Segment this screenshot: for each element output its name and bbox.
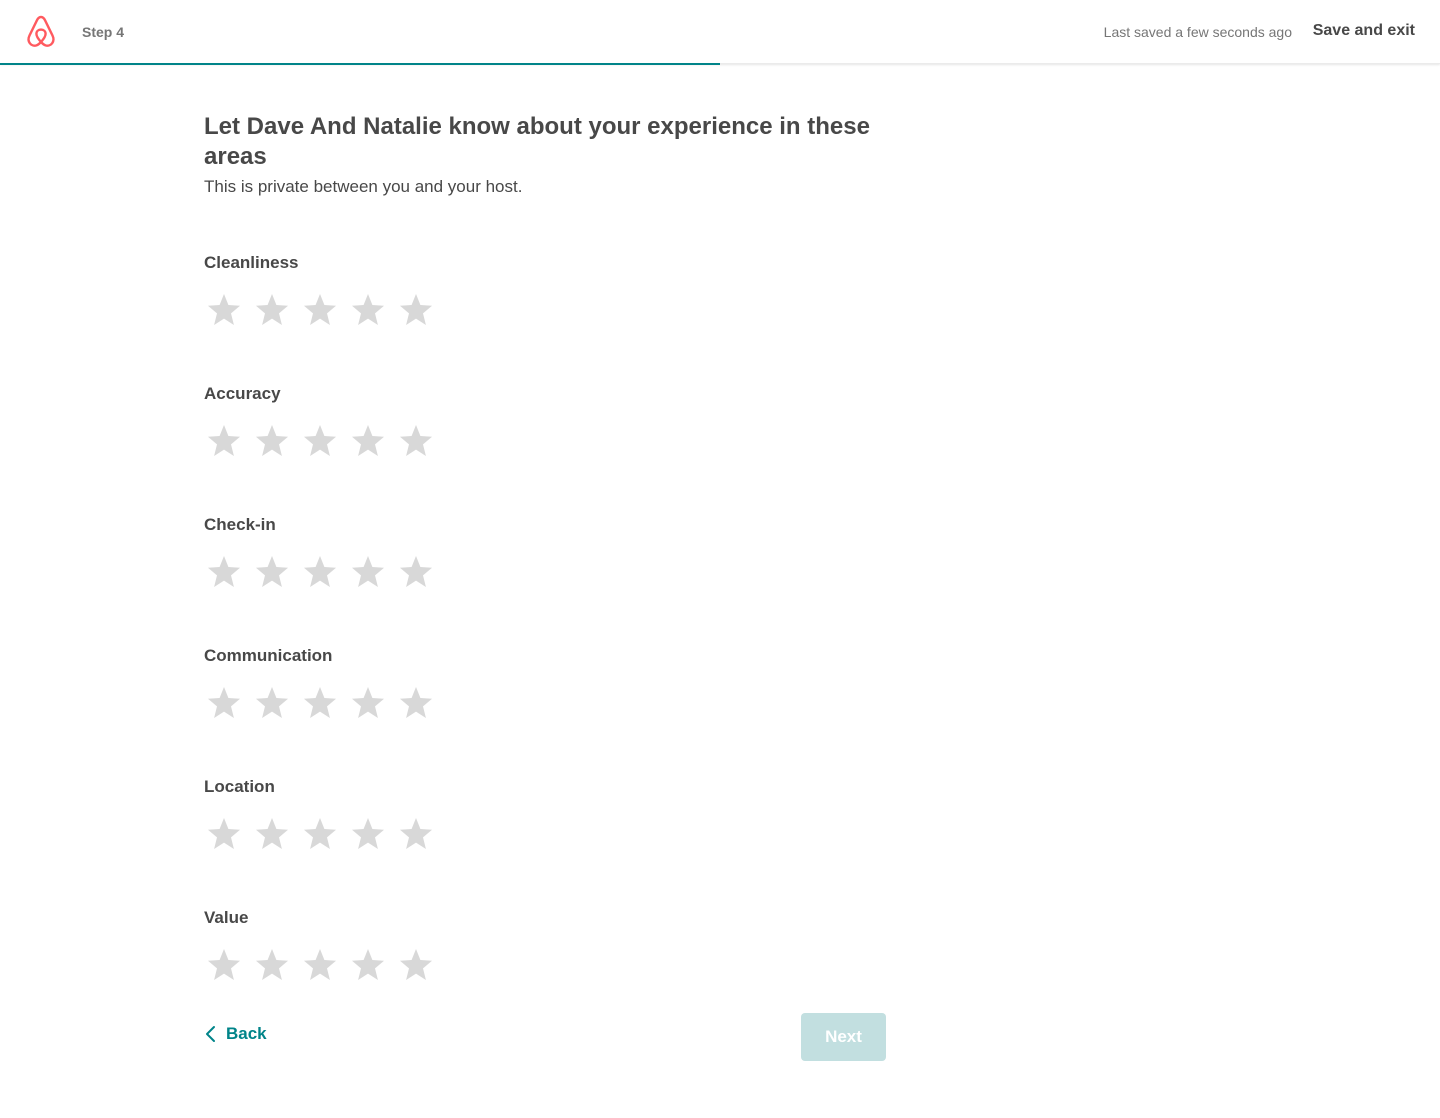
star-rating bbox=[204, 290, 436, 330]
star-icon[interactable] bbox=[204, 290, 244, 330]
star-icon[interactable] bbox=[396, 290, 436, 330]
star-icon[interactable] bbox=[396, 683, 436, 723]
airbnb-logo-icon[interactable] bbox=[25, 15, 57, 49]
star-icon[interactable] bbox=[300, 814, 340, 854]
rating-category-label: Location bbox=[204, 777, 275, 796]
star-icon[interactable] bbox=[252, 421, 292, 461]
star-icon[interactable] bbox=[204, 814, 244, 854]
back-button[interactable]: Back bbox=[204, 1022, 267, 1046]
rating-category: Cleanliness bbox=[204, 248, 436, 379]
star-icon[interactable] bbox=[348, 552, 388, 592]
star-icon[interactable] bbox=[204, 945, 244, 985]
star-rating bbox=[204, 683, 436, 723]
chevron-left-icon bbox=[206, 1026, 215, 1042]
star-icon[interactable] bbox=[300, 290, 340, 330]
save-and-exit-button[interactable]: Save and exit bbox=[1313, 22, 1415, 40]
star-icon[interactable] bbox=[300, 421, 340, 461]
star-icon[interactable] bbox=[252, 290, 292, 330]
star-icon[interactable] bbox=[396, 421, 436, 461]
rating-category-label: Cleanliness bbox=[204, 253, 299, 272]
star-icon[interactable] bbox=[300, 552, 340, 592]
star-icon[interactable] bbox=[396, 814, 436, 854]
rating-category: Communication bbox=[204, 641, 436, 772]
rating-categories: Cleanliness Accuracy Check-in Communication… bbox=[204, 248, 436, 1034]
rating-category: Accuracy bbox=[204, 379, 436, 510]
page-title: Let Dave And Natalie know about your exp… bbox=[204, 113, 870, 170]
star-icon[interactable] bbox=[252, 945, 292, 985]
next-button[interactable]: Next bbox=[801, 1013, 886, 1061]
star-rating bbox=[204, 814, 436, 854]
star-icon[interactable] bbox=[252, 683, 292, 723]
star-icon[interactable] bbox=[252, 552, 292, 592]
page-subtitle: This is private between you and your hos… bbox=[204, 177, 523, 196]
star-icon[interactable] bbox=[204, 421, 244, 461]
star-rating bbox=[204, 421, 436, 461]
star-rating bbox=[204, 552, 436, 592]
rating-category: Check-in bbox=[204, 510, 436, 641]
star-icon[interactable] bbox=[348, 814, 388, 854]
rating-category: Value bbox=[204, 903, 436, 1034]
rating-category-label: Check-in bbox=[204, 515, 276, 534]
rating-category: Location bbox=[204, 772, 436, 903]
rating-category-label: Communication bbox=[204, 646, 333, 665]
rating-category-label: Value bbox=[204, 908, 249, 927]
star-icon[interactable] bbox=[204, 552, 244, 592]
star-icon[interactable] bbox=[300, 945, 340, 985]
page-intro: Let Dave And Natalie know about your exp… bbox=[204, 112, 886, 198]
step-indicator: Step 4 bbox=[82, 24, 125, 40]
star-icon[interactable] bbox=[396, 552, 436, 592]
progress-bar bbox=[0, 63, 1440, 66]
top-header: Step 4 Last saved a few seconds ago Save… bbox=[0, 0, 1440, 66]
star-icon[interactable] bbox=[396, 945, 436, 985]
star-icon[interactable] bbox=[348, 683, 388, 723]
progress-fill bbox=[0, 63, 720, 65]
star-icon[interactable] bbox=[204, 683, 244, 723]
star-rating bbox=[204, 945, 436, 985]
star-icon[interactable] bbox=[252, 814, 292, 854]
star-icon[interactable] bbox=[348, 290, 388, 330]
rating-category-label: Accuracy bbox=[204, 384, 281, 403]
star-icon[interactable] bbox=[348, 421, 388, 461]
back-label: Back bbox=[226, 1024, 267, 1043]
saved-status: Last saved a few seconds ago bbox=[1103, 24, 1292, 40]
star-icon[interactable] bbox=[300, 683, 340, 723]
star-icon[interactable] bbox=[348, 945, 388, 985]
